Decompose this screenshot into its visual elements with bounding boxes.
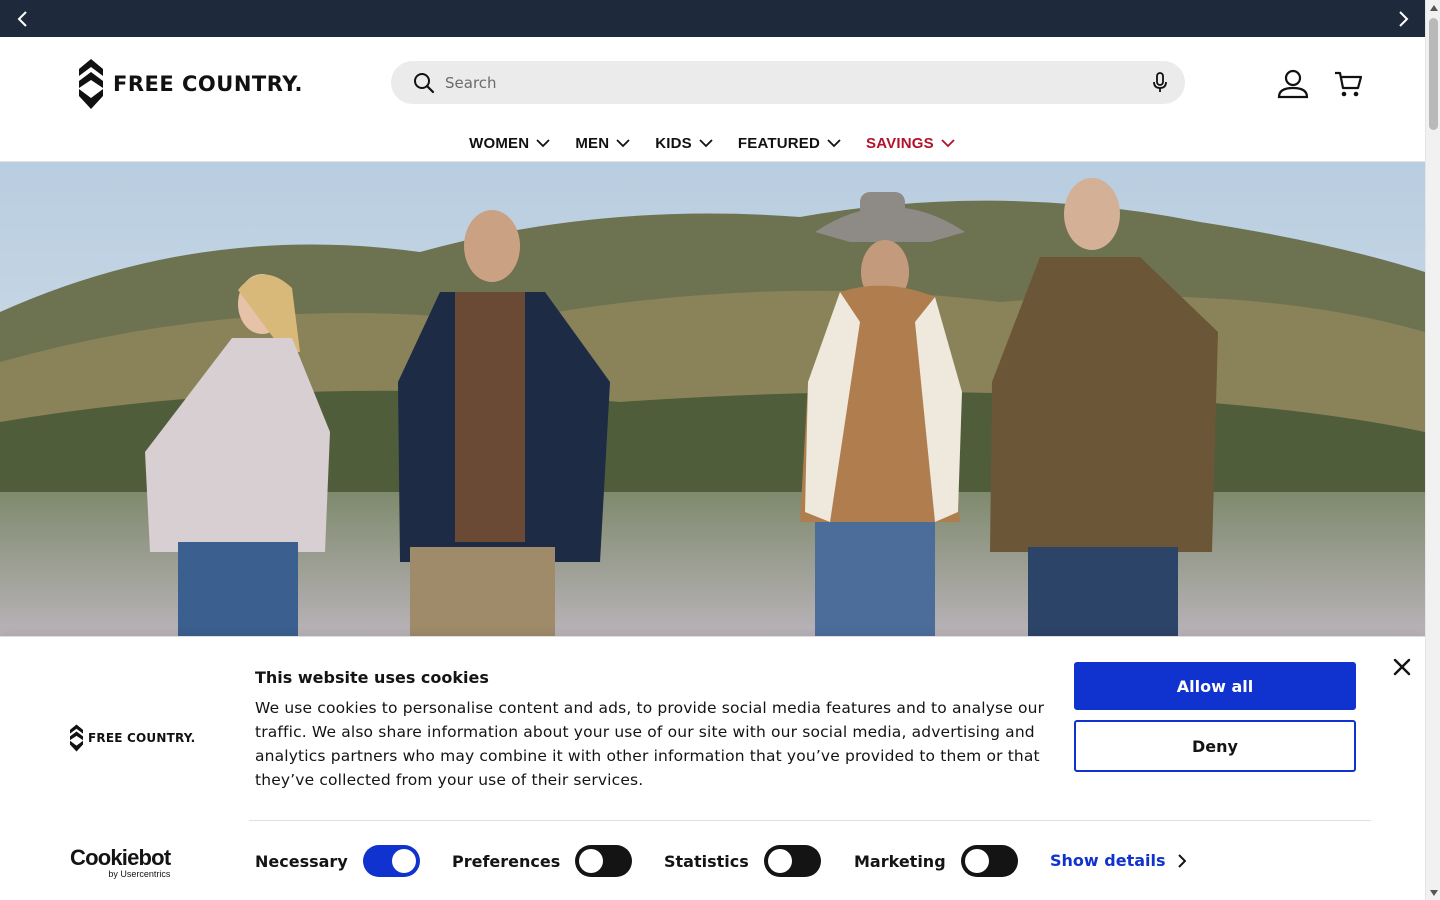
close-icon[interactable] — [1392, 657, 1412, 677]
nav-item-kids[interactable]: KIDS — [655, 129, 714, 157]
scroll-up-button[interactable] — [1426, 0, 1440, 15]
toggle-label: Necessary — [255, 851, 348, 871]
brand-logo[interactable]: FREE COUNTRY. — [79, 59, 303, 109]
divider — [249, 820, 1371, 821]
toggle-label: Marketing — [854, 851, 946, 871]
previous-announcement-button[interactable] — [4, 0, 41, 37]
next-announcement-button[interactable] — [1384, 0, 1421, 37]
statistics-switch[interactable] — [763, 845, 821, 877]
scroll-down-button[interactable] — [1426, 885, 1440, 900]
show-details-link[interactable]: Show details — [1050, 851, 1186, 870]
page-scrollbar[interactable] — [1425, 0, 1440, 900]
nav-item-women[interactable]: WOMEN — [469, 129, 551, 157]
nav-item-men[interactable]: MEN — [575, 129, 631, 157]
chevron-right-icon — [1177, 853, 1186, 868]
show-details-label: Show details — [1050, 851, 1166, 870]
allow-all-button[interactable]: Allow all — [1074, 662, 1356, 710]
necessary-switch[interactable] — [362, 845, 420, 877]
cookie-consent-banner: FREE COUNTRY. This website uses cookies … — [0, 636, 1425, 900]
hero-image — [0, 162, 1425, 636]
brand-chevrons-icon — [70, 724, 83, 752]
hero-banner[interactable] — [0, 162, 1425, 636]
nav-item-label: KIDS — [655, 134, 692, 152]
main-navigation: WOMEN MEN KIDS FEATURED SAVINGS — [0, 129, 1425, 157]
toggle-statistics: Statistics — [664, 845, 821, 877]
nav-item-savings[interactable]: SAVINGS — [866, 129, 956, 157]
search-icon[interactable] — [413, 72, 435, 94]
nav-item-label: FEATURED — [737, 134, 821, 152]
nav-item-label: SAVINGS — [866, 134, 934, 152]
scrollbar-thumb[interactable] — [1429, 18, 1438, 130]
cookie-brand-wordmark: FREE COUNTRY. — [88, 731, 196, 745]
chevron-down-icon — [699, 139, 713, 148]
site-header: FREE COUNTRY. WOMEN MEN KIDS — [0, 37, 1425, 162]
brand-chevrons-icon — [79, 59, 103, 109]
cookiebot-wordmark: Cookiebot — [70, 845, 171, 870]
nav-item-featured[interactable]: FEATURED — [738, 129, 842, 157]
toggle-necessary: Necessary — [255, 845, 420, 877]
cookiebot-subtitle: by Usercentrics — [108, 869, 171, 879]
chevron-down-icon — [827, 139, 841, 148]
nav-item-label: WOMEN — [469, 134, 530, 152]
chevron-right-icon — [1398, 10, 1408, 27]
cookie-title: This website uses cookies — [255, 668, 489, 687]
toggle-marketing: Marketing — [854, 845, 1018, 877]
toggle-preferences: Preferences — [452, 845, 633, 877]
chevron-left-icon — [17, 10, 27, 27]
microphone-icon[interactable] — [1152, 72, 1168, 94]
marketing-switch[interactable] — [960, 845, 1018, 877]
preferences-switch[interactable] — [575, 845, 633, 877]
cart-icon[interactable] — [1334, 70, 1362, 98]
triangle-up-icon — [1429, 4, 1438, 11]
chevron-down-icon — [941, 139, 955, 148]
cookie-brand-logo: FREE COUNTRY. — [70, 724, 195, 752]
triangle-down-icon — [1429, 889, 1438, 896]
toggle-label: Statistics — [664, 851, 749, 871]
cookiebot-logo[interactable]: Cookiebot by Usercentrics — [70, 845, 171, 880]
cookie-description: We use cookies to personalise content an… — [255, 699, 1045, 789]
nav-item-label: MEN — [575, 134, 610, 152]
chevron-down-icon — [616, 139, 630, 148]
user-icon[interactable] — [1277, 69, 1309, 99]
search-bar[interactable] — [391, 61, 1185, 104]
toggle-label: Preferences — [452, 851, 561, 871]
deny-button[interactable]: Deny — [1074, 720, 1356, 772]
brand-wordmark: FREE COUNTRY. — [113, 72, 303, 96]
search-input[interactable] — [445, 61, 1125, 104]
announcement-bar — [0, 0, 1425, 37]
chevron-down-icon — [536, 139, 550, 148]
